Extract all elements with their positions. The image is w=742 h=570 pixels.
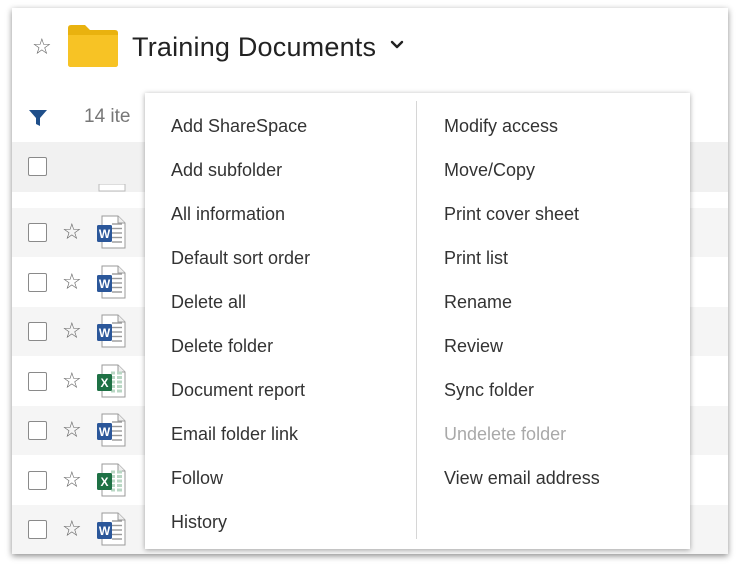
row-checkbox[interactable] [28, 223, 47, 242]
svg-text:W: W [99, 277, 111, 291]
chevron-down-icon[interactable] [390, 38, 404, 52]
menu-item-default-sort-order[interactable]: Default sort order [171, 239, 310, 283]
excel-file-icon: X [97, 364, 126, 397]
menu-item-delete-folder[interactable]: Delete folder [171, 327, 310, 371]
menu-item-delete-all[interactable]: Delete all [171, 283, 310, 327]
menu-item-undelete-folder: Undelete folder [444, 424, 567, 444]
favorite-star-icon[interactable]: ☆ [32, 36, 52, 58]
favorite-star-icon[interactable]: ☆ [62, 518, 82, 540]
word-file-icon: W [97, 413, 126, 447]
menu-item-modify-access[interactable]: Modify access [444, 107, 600, 151]
menu-item-view-email-address[interactable]: View email address [444, 459, 600, 503]
svg-text:W: W [99, 227, 111, 241]
favorite-star-icon[interactable]: ☆ [62, 369, 82, 392]
favorite-star-icon[interactable]: ☆ [62, 468, 82, 491]
svg-text:X: X [100, 376, 108, 390]
filter-icon[interactable] [28, 108, 48, 128]
row-checkbox[interactable] [28, 470, 47, 490]
word-file-icon: W [97, 215, 126, 249]
page-title: Training Documents [132, 32, 377, 62]
row-checkbox[interactable] [28, 322, 47, 341]
favorite-star-icon[interactable]: ☆ [62, 320, 82, 342]
menu-item-add-sharespace[interactable]: Add ShareSpace [171, 107, 310, 151]
word-file-icon: W [97, 512, 126, 546]
menu-item-email-folder-link[interactable]: Email folder link [171, 415, 310, 459]
item-count: 14 ite [84, 106, 131, 127]
file-icon-partial [98, 184, 126, 192]
menu-column-right: Modify access Move/Copy Print cover sheet P… [444, 107, 600, 503]
menu-item-all-information[interactable]: All information [171, 195, 310, 239]
menu-item-rename[interactable]: Rename [444, 283, 600, 327]
svg-text:W: W [99, 326, 111, 340]
menu-item-move-copy[interactable]: Move/Copy [444, 151, 600, 195]
word-file-icon: W [97, 265, 126, 298]
menu-item-add-subfolder[interactable]: Add subfolder [171, 151, 310, 195]
select-all-checkbox[interactable] [28, 157, 47, 176]
folder-window: ☆ Training Documents 14 ite ☆ W ☆ W ☆ W ☆ X ☆ W ☆ X… [12, 8, 728, 554]
excel-file-icon: X [97, 463, 126, 496]
menu-column-left: Add ShareSpace Add subfolder All informati… [171, 107, 310, 547]
favorite-star-icon[interactable]: ☆ [62, 419, 82, 441]
menu-divider [416, 101, 417, 539]
favorite-star-icon[interactable]: ☆ [62, 270, 82, 293]
word-file-icon: W [97, 314, 126, 348]
menu-item-review[interactable]: Review [444, 327, 600, 371]
folder-icon [68, 25, 118, 67]
menu-item-history[interactable]: History [171, 503, 310, 547]
favorite-star-icon[interactable]: ☆ [62, 221, 82, 243]
menu-item-sync-folder[interactable]: Sync folder [444, 371, 600, 415]
menu-item-print-cover-sheet[interactable]: Print cover sheet [444, 195, 600, 239]
row-checkbox[interactable] [28, 520, 47, 539]
menu-item-print-list[interactable]: Print list [444, 239, 600, 283]
svg-text:X: X [100, 475, 108, 489]
row-checkbox[interactable] [28, 421, 47, 440]
menu-item-document-report[interactable]: Document report [171, 371, 310, 415]
row-checkbox[interactable] [28, 272, 47, 292]
svg-text:W: W [99, 524, 111, 538]
row-checkbox[interactable] [28, 371, 47, 391]
folder-actions-menu: Add ShareSpace Add subfolder All informati… [145, 93, 690, 549]
menu-item-follow[interactable]: Follow [171, 459, 310, 503]
svg-text:W: W [99, 425, 111, 439]
